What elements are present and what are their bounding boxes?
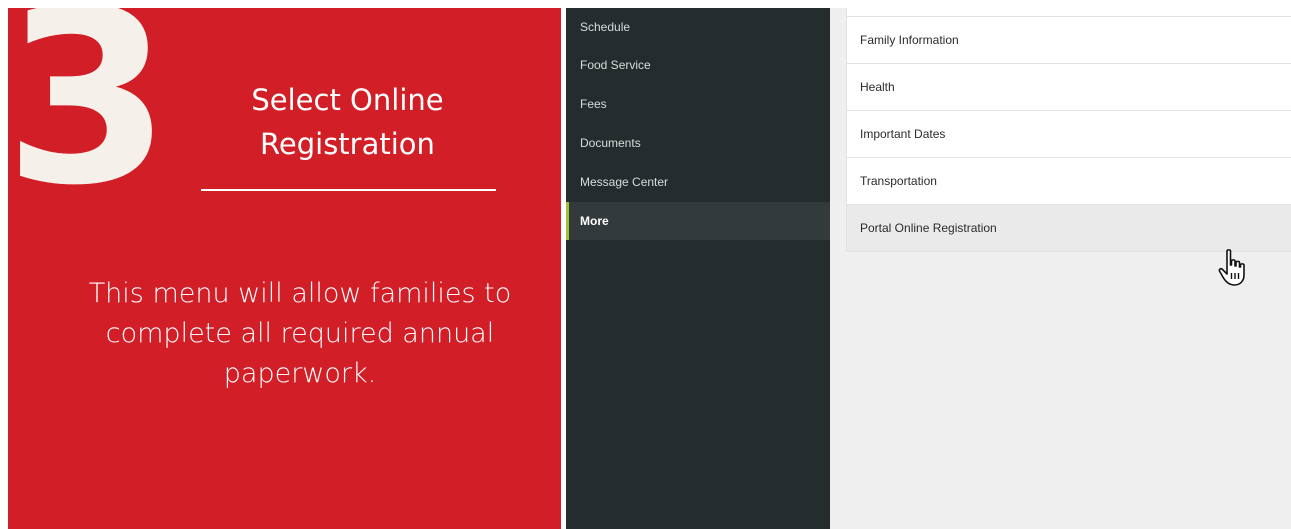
menu-item-portal-online-registration[interactable]: Portal Online Registration	[847, 205, 1291, 252]
menu-item-important-dates[interactable]: Important Dates	[847, 111, 1291, 158]
menu-item-family-information[interactable]: Family Information	[847, 17, 1291, 64]
more-menu-list: Family Information Health Important Date…	[846, 8, 1291, 252]
menu-top-edge	[847, 8, 1291, 17]
sidebar-item-documents[interactable]: Documents	[566, 124, 830, 162]
menu-item-transportation[interactable]: Transportation	[847, 158, 1291, 205]
step-number: 3	[8, 8, 171, 238]
portal-app: Schedule Food Service Fees Documents Mes…	[566, 8, 1291, 529]
sidebar-item-more[interactable]: More	[566, 202, 830, 240]
instruction-panel: 3 Select Online Registration This menu w…	[8, 8, 561, 529]
sidebar-item-food-service[interactable]: Food Service	[566, 46, 830, 84]
sidebar-item-schedule[interactable]: Schedule	[566, 8, 830, 46]
sidebar-item-fees[interactable]: Fees	[566, 85, 830, 123]
step-title-line1: Select Online	[251, 83, 444, 117]
title-underline	[201, 189, 496, 191]
sidebar-item-message-center[interactable]: Message Center	[566, 163, 830, 201]
slide-frame: 3 Select Online Registration This menu w…	[0, 0, 1291, 529]
step-title: Select Online Registration	[200, 78, 495, 166]
sidebar-nav: Schedule Food Service Fees Documents Mes…	[566, 8, 830, 529]
step-description: This menu will allow families to complet…	[88, 278, 512, 389]
hand-pointer-icon	[1218, 249, 1245, 286]
step-title-line2: Registration	[260, 127, 435, 161]
menu-item-health[interactable]: Health	[847, 64, 1291, 111]
